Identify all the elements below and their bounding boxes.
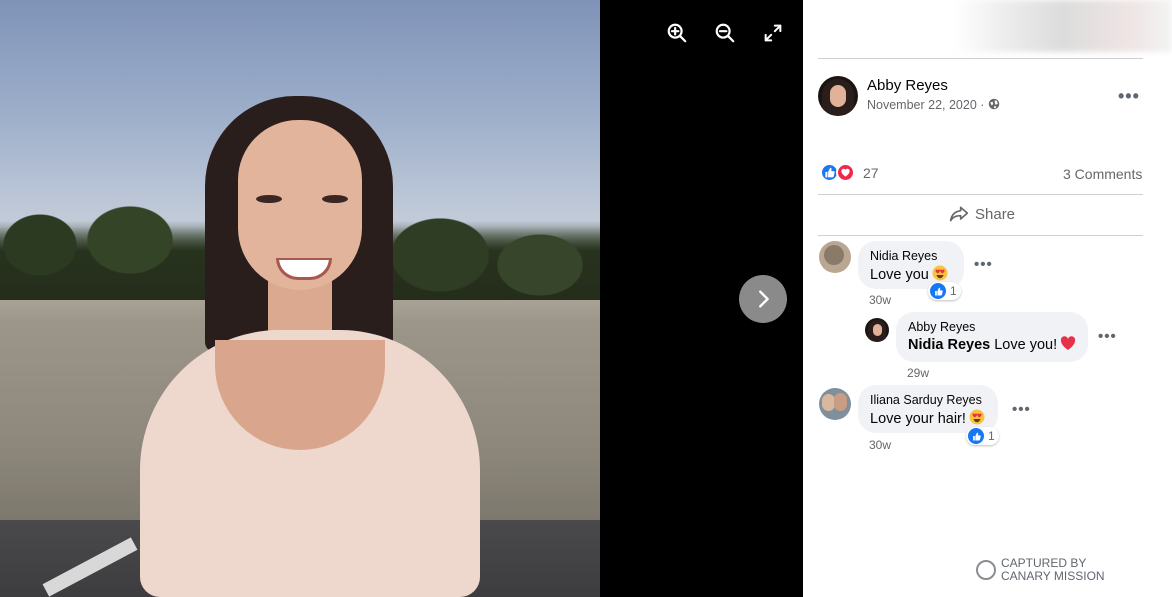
commenter-avatar[interactable] — [819, 241, 851, 273]
post-options-button[interactable]: ••• — [1118, 86, 1140, 107]
reactions-summary[interactable]: 27 — [820, 163, 879, 182]
zoom-in-icon — [667, 23, 687, 43]
mention-link[interactable]: Nidia Reyes — [908, 337, 990, 353]
comment-reaction-badge[interactable]: 1 — [928, 282, 961, 300]
watermark-logo — [976, 560, 996, 580]
like-icon — [930, 283, 946, 299]
like-icon — [968, 428, 984, 444]
commenter-name[interactable]: Abby Reyes — [908, 320, 1076, 334]
commenter-avatar[interactable] — [819, 388, 851, 420]
commenter-name[interactable]: Nidia Reyes — [870, 249, 952, 263]
commenter-name[interactable]: Iliana Sarduy Reyes — [870, 393, 986, 407]
author-name[interactable]: Abby Reyes — [867, 77, 948, 94]
fullscreen-icon — [764, 24, 782, 42]
author-avatar[interactable] — [818, 76, 858, 116]
comment-time[interactable]: 30w — [869, 293, 891, 307]
comment-options-button[interactable]: ••• — [1012, 401, 1031, 418]
comment-options-button[interactable]: ••• — [974, 256, 993, 273]
post-panel: Abby Reyes November 22, 2020 · ••• 27 3 … — [803, 0, 1172, 597]
photo-viewer — [0, 0, 803, 597]
zoom-out-icon — [715, 23, 735, 43]
love-reaction-icon — [836, 163, 855, 182]
next-photo-button[interactable] — [739, 275, 787, 323]
heart-emoji — [1060, 336, 1076, 355]
zoom-in-button[interactable] — [664, 20, 690, 46]
comment-text: Love your hair! — [870, 409, 986, 429]
comment-reaction-badge[interactable]: 1 — [966, 427, 999, 445]
comments-count-link[interactable]: 3 Comments — [1063, 166, 1142, 182]
globe-icon — [988, 98, 1000, 110]
comment-options-button[interactable]: ••• — [1098, 328, 1117, 345]
zoom-out-button[interactable] — [712, 20, 738, 46]
share-button[interactable]: Share — [949, 205, 1015, 223]
share-icon — [949, 206, 969, 222]
comment-time[interactable]: 29w — [907, 366, 929, 380]
reply-bubble: Abby Reyes Nidia Reyes Love you! — [896, 312, 1088, 362]
divider — [818, 58, 1143, 59]
comment-time[interactable]: 30w — [869, 438, 891, 452]
chevron-right-icon — [759, 290, 769, 308]
capture-watermark: CAPTURED BY CANARY MISSION — [976, 557, 1105, 583]
divider — [818, 235, 1143, 236]
post-photo — [0, 0, 600, 597]
comment-bubble: Iliana Sarduy Reyes Love your hair! — [858, 385, 998, 433]
blurred-header — [953, 0, 1172, 52]
heart-eyes-emoji — [969, 409, 985, 429]
reaction-count: 27 — [863, 164, 879, 181]
commenter-avatar[interactable] — [865, 318, 889, 342]
post-date[interactable]: November 22, 2020 · — [867, 98, 1000, 112]
post-header: Abby Reyes November 22, 2020 · — [818, 76, 1158, 120]
divider — [818, 194, 1143, 195]
comment-text: Nidia Reyes Love you! — [908, 336, 1076, 355]
fullscreen-button[interactable] — [760, 20, 786, 46]
